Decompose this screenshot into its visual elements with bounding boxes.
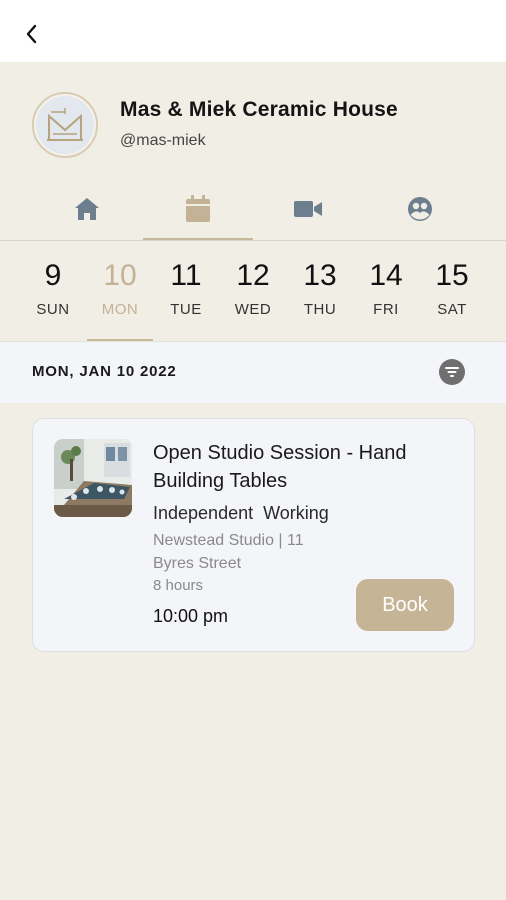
event-title: Open Studio Session - Hand Building Tabl… xyxy=(153,442,407,492)
day-number: 14 xyxy=(369,259,403,292)
profile-handle: @mas-miek xyxy=(120,132,206,149)
video-camera-icon xyxy=(294,201,322,217)
day-name: SAT xyxy=(437,301,467,318)
selected-date-label: MON, JAN 10 2022 xyxy=(32,363,177,380)
group-icon xyxy=(408,197,432,221)
day-wed[interactable]: 12 WED xyxy=(220,241,286,341)
event-location: Newstead Studio | 11 Byres Street xyxy=(153,532,304,572)
event-type: Independent Working xyxy=(153,503,329,523)
day-sun[interactable]: 9 SUN xyxy=(20,241,86,341)
day-tue[interactable]: 11 TUE xyxy=(153,241,219,341)
tab-calendar[interactable] xyxy=(143,178,253,240)
calendar-icon xyxy=(186,195,210,222)
tab-home[interactable] xyxy=(32,178,142,240)
day-name: TUE xyxy=(170,301,202,318)
back-button[interactable] xyxy=(18,20,46,48)
chevron-left-icon xyxy=(26,24,37,44)
day-number: 10 xyxy=(103,259,137,292)
date-bar: MON, JAN 10 2022 xyxy=(0,341,506,403)
avatar[interactable] xyxy=(32,92,98,158)
day-name: THU xyxy=(303,301,337,318)
event-thumbnail xyxy=(54,439,132,517)
day-number: 15 xyxy=(435,259,469,292)
day-name: SUN xyxy=(36,301,70,318)
day-name: WED xyxy=(234,301,272,318)
day-fri[interactable]: 14 FRI xyxy=(353,241,419,341)
profile-header: Mas & Miek Ceramic House @mas-miek xyxy=(0,62,506,178)
day-selector: 9 SUN 10 MON 11 TUE 12 WED 13 THU 14 FRI… xyxy=(0,241,506,341)
tab-video[interactable] xyxy=(253,178,363,240)
filter-icon xyxy=(445,367,459,377)
day-name: FRI xyxy=(373,301,399,318)
home-icon xyxy=(75,198,99,220)
day-sat[interactable]: 15 SAT xyxy=(419,241,485,341)
day-number: 11 xyxy=(170,259,202,292)
tab-bar xyxy=(0,178,506,240)
day-thu[interactable]: 13 THU xyxy=(287,241,353,341)
tab-community[interactable] xyxy=(365,178,475,240)
event-time: 10:00 pm xyxy=(153,606,229,626)
filter-button[interactable] xyxy=(439,359,465,385)
day-name: MON xyxy=(101,301,139,318)
event-duration: 8 hours xyxy=(153,577,204,594)
top-bar xyxy=(0,0,506,62)
day-mon[interactable]: 10 MON xyxy=(87,241,153,341)
logo-icon xyxy=(36,96,94,154)
event-card[interactable]: Open Studio Session - Hand Building Tabl… xyxy=(32,418,475,652)
book-button[interactable]: Book xyxy=(356,579,454,631)
day-number: 9 xyxy=(44,259,62,292)
day-number: 12 xyxy=(236,259,270,292)
day-number: 13 xyxy=(303,259,337,292)
profile-name: Mas & Miek Ceramic House xyxy=(120,98,398,121)
